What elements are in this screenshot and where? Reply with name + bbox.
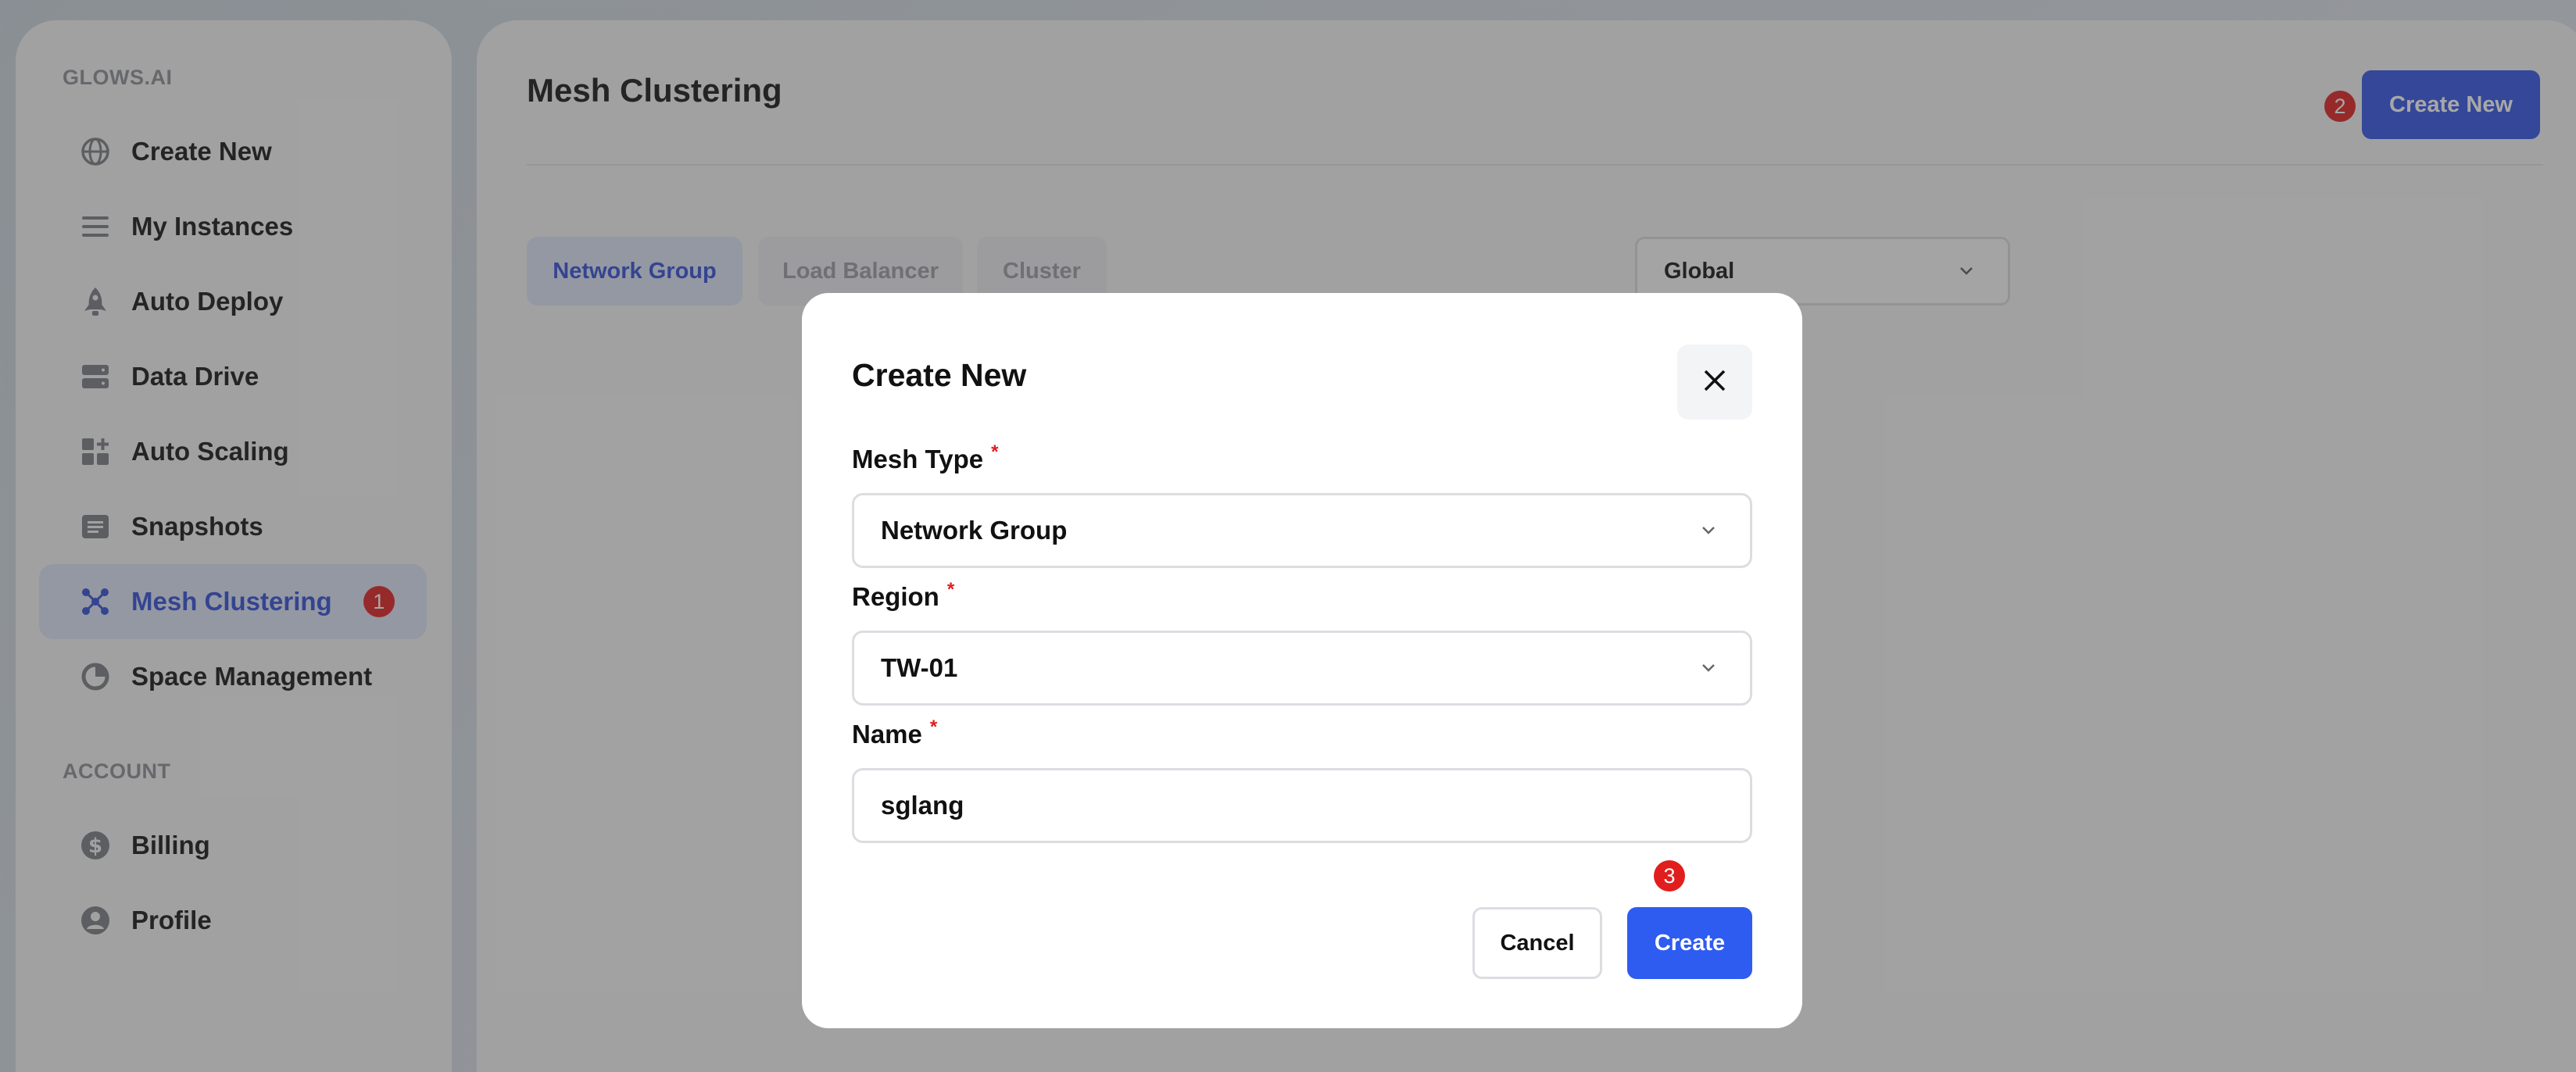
chevron-down-icon — [1697, 519, 1720, 549]
cancel-button[interactable]: Cancel — [1472, 907, 1602, 979]
required-mark: * — [991, 441, 999, 463]
region-label: Region * — [852, 579, 955, 612]
create-new-dialog: Create New Mesh Type * Network Group Reg… — [802, 293, 1802, 1028]
create-button[interactable]: Create — [1627, 907, 1752, 979]
name-label-text: Name — [852, 720, 922, 749]
close-button[interactable] — [1677, 345, 1752, 420]
step-badge: 3 — [1654, 860, 1685, 892]
mesh-type-label-text: Mesh Type — [852, 445, 984, 473]
mesh-type-value: Network Group — [881, 516, 1068, 545]
name-label: Name * — [852, 716, 938, 749]
required-mark: * — [929, 716, 938, 738]
region-select[interactable]: TW-01 — [852, 631, 1752, 706]
chevron-down-icon — [1697, 656, 1720, 686]
region-label-text: Region — [852, 582, 939, 611]
mesh-type-select[interactable]: Network Group — [852, 493, 1752, 568]
mesh-type-label: Mesh Type * — [852, 441, 999, 474]
region-value: TW-01 — [881, 653, 958, 682]
close-icon — [1701, 366, 1729, 398]
required-mark: * — [946, 579, 955, 600]
dialog-title: Create New — [852, 357, 1027, 393]
name-input[interactable] — [852, 768, 1752, 843]
